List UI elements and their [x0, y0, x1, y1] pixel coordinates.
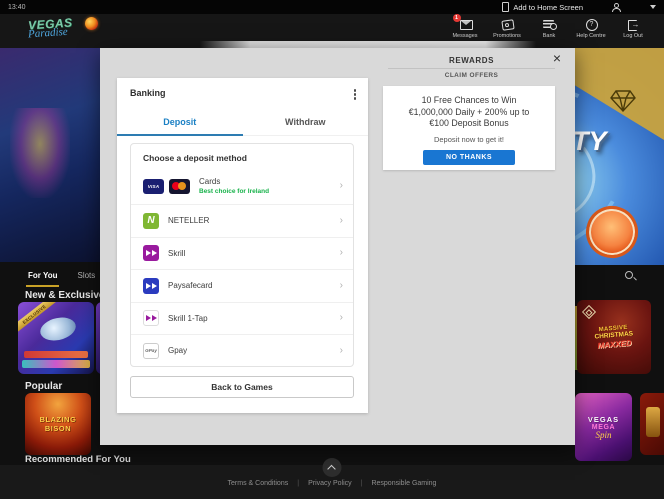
logout-icon: [627, 18, 640, 30]
sun-icon: [85, 17, 98, 30]
gpay-icon: GPay: [143, 343, 159, 359]
diamond-icon: [610, 90, 636, 112]
messages-icon: 1: [459, 18, 472, 30]
game-tile-partial-red[interactable]: [640, 393, 664, 455]
banner-top-highlight: [200, 41, 536, 48]
visa-icon: VISA: [143, 179, 164, 194]
mastercard-icon: [169, 179, 190, 194]
brand-logo[interactable]: VEGAS Paradise: [28, 16, 100, 56]
casino-app-screen: 13:40 Add to Home Screen VEGAS Paradise …: [0, 0, 664, 499]
tab-deposit[interactable]: Deposit: [117, 108, 243, 135]
no-thanks-button[interactable]: NO THANKS: [423, 150, 515, 165]
nav-item-bank[interactable]: Bank: [528, 18, 570, 39]
close-icon[interactable]: [553, 51, 561, 65]
deposit-method-paysafecard[interactable]: Paysafecard: [131, 269, 353, 302]
chevron-down-icon[interactable]: [650, 5, 656, 9]
section-title-new-exclusive: New & Exclusive: [25, 290, 104, 301]
section-title-popular: Popular: [25, 381, 62, 392]
nav-item-help-centre[interactable]: Help Centre: [570, 18, 612, 39]
link-privacy[interactable]: Privacy Policy: [288, 480, 351, 487]
section-title-recommended: Recommended For You: [25, 454, 131, 465]
bank-icon: [543, 18, 556, 30]
link-terms[interactable]: Terms & Conditions: [228, 480, 289, 487]
chevron-right-icon: [340, 346, 343, 356]
neteller-icon: [143, 213, 159, 229]
deposit-method-cards[interactable]: VISA Cards Best choice for Ireland: [131, 168, 353, 204]
banking-card: Banking Deposit Withdraw Choose a deposi…: [117, 78, 368, 413]
game-tile-vegas-mega-spin[interactable]: VEGAS MEGA Spin: [575, 393, 632, 461]
chevron-right-icon: [340, 248, 343, 258]
banking-modal: Banking Deposit Withdraw Choose a deposi…: [100, 48, 575, 445]
rewards-divider: [388, 68, 555, 69]
chevron-right-icon: [340, 281, 343, 291]
rewards-panel: REWARDS CLAIM OFFERS 10 Free Chances to …: [368, 48, 575, 445]
tab-withdraw[interactable]: Withdraw: [243, 108, 369, 135]
chevron-right-icon: [340, 313, 343, 323]
nav-item-promotions[interactable]: Promotions: [486, 18, 528, 39]
deposit-method-skrill[interactable]: Skrill: [131, 237, 353, 270]
chevron-right-icon: [340, 181, 343, 191]
tab-slots[interactable]: Slots: [77, 271, 95, 280]
diamond-badge-icon: [582, 305, 596, 319]
app-footer: Terms & Conditions Privacy Policy Respon…: [0, 465, 664, 499]
game-tile-blazing-bison[interactable]: BLAZING BISON: [25, 393, 91, 455]
add-to-home-button[interactable]: Add to Home Screen: [513, 3, 583, 12]
nav-item-messages[interactable]: 1 Messages: [444, 18, 486, 39]
deposit-method-neteller[interactable]: NETELLER: [131, 204, 353, 237]
clock: 13:40: [8, 4, 26, 11]
chevron-right-icon: [340, 216, 343, 226]
header-nav: 1 Messages Promotions Bank Help Centre L…: [444, 18, 654, 39]
deposit-method-skrill-1tap[interactable]: Skrill 1-Tap: [131, 302, 353, 335]
footer-links: Terms & Conditions Privacy Policy Respon…: [0, 480, 664, 487]
choose-method-label: Choose a deposit method: [131, 144, 353, 168]
hero-game-art-left: [0, 48, 100, 262]
tab-for-you[interactable]: For You: [28, 271, 57, 280]
rewards-title: REWARDS: [368, 56, 575, 65]
status-bar: 13:40 Add to Home Screen: [0, 0, 664, 14]
skrill-1tap-icon: [143, 310, 159, 326]
offer-card: 10 Free Chances to Win €1,000,000 Daily …: [383, 86, 555, 170]
paysafecard-icon: [143, 278, 159, 294]
back-to-games-button[interactable]: Back to Games: [130, 376, 354, 398]
game-tile-massive-christmas[interactable]: MASSIVE CHRISTMAS MAXXED: [577, 300, 651, 374]
banking-tabs: Deposit Withdraw: [117, 108, 368, 136]
messages-badge: 1: [453, 14, 461, 22]
nav-item-log-out[interactable]: Log Out: [612, 18, 654, 39]
status-bar-actions: Add to Home Screen: [502, 2, 656, 12]
skrill-icon: [143, 245, 159, 261]
scroll-to-top-button[interactable]: [323, 458, 342, 477]
deposit-method-gpay[interactable]: GPay Gpay: [131, 334, 353, 367]
banking-title: Banking: [130, 88, 166, 98]
help-icon: [585, 18, 598, 30]
best-choice-badge: Best choice for Ireland: [199, 188, 269, 195]
promotions-icon: [501, 18, 514, 30]
app-header: VEGAS Paradise 1 Messages Promotions Ban…: [0, 14, 664, 48]
link-responsible-gaming[interactable]: Responsible Gaming: [352, 480, 437, 487]
deposit-methods-box: Choose a deposit method VISA Cards Best …: [130, 143, 354, 367]
claim-offers-tab[interactable]: CLAIM OFFERS: [368, 72, 575, 79]
kebab-menu-icon[interactable]: [354, 89, 357, 92]
offer-subtext: Deposit now to get it!: [383, 135, 555, 144]
search-icon[interactable]: [624, 270, 636, 282]
user-icon[interactable]: [611, 3, 620, 11]
phone-icon: [502, 2, 509, 12]
game-tile-exclusive[interactable]: EXCLUSIVE: [18, 302, 94, 374]
banner-headline-fragment: TY: [572, 126, 607, 157]
